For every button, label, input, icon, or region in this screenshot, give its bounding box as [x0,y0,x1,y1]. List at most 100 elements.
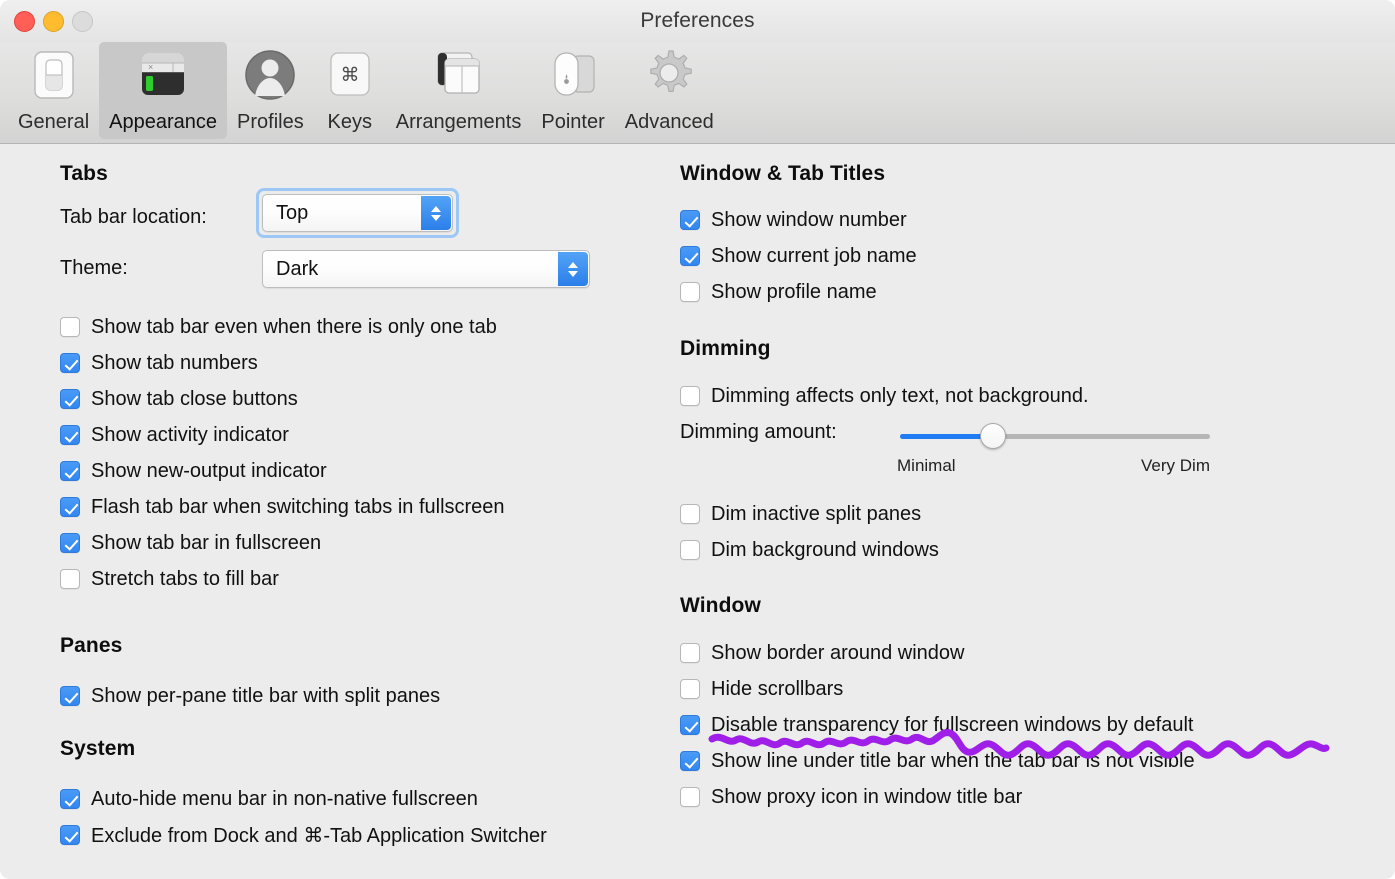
checkbox-row-disable-transparency[interactable]: Disable transparency for fullscreen wind… [680,707,1195,743]
section-heading-dimming: Dimming [680,337,771,360]
toolbar-label-pointer: Pointer [541,111,605,133]
section-heading-system: System [60,737,136,760]
theme-stepper-arrows[interactable] [558,252,588,286]
checkbox-indicator[interactable] [60,353,80,373]
checkbox-label: Show tab close buttons [91,387,298,410]
tab-bar-location-popup[interactable]: Top [262,194,453,232]
checkbox-indicator[interactable] [60,461,80,481]
dimming-checkbox-group-top: Dimming affects only text, not backgroun… [680,378,1089,414]
checkbox-row[interactable]: Dimming affects only text, not backgroun… [680,378,1089,414]
checkbox-row[interactable]: Dim background windows [680,532,939,568]
checkbox-indicator[interactable] [680,282,700,302]
checkbox-indicator[interactable] [680,540,700,560]
checkbox-row[interactable]: Stretch tabs to fill bar [60,561,505,597]
checkbox-row[interactable]: Show border around window [680,635,1195,671]
checkbox-indicator[interactable] [680,679,700,699]
slider-thumb[interactable] [980,423,1006,449]
chevron-up-icon [431,205,441,212]
checkbox-indicator[interactable] [60,569,80,589]
toolbar-item-general[interactable]: General [8,42,99,139]
checkbox-row[interactable]: Show new-output indicator [60,453,505,489]
checkbox-label: Show line under title bar when the tab b… [711,749,1195,772]
checkbox-label: Flash tab bar when switching tabs in ful… [91,495,505,518]
checkbox-indicator[interactable] [680,210,700,230]
preferences-toolbar: General × Appearance Profiles ⌘ Keys Arr… [0,42,1395,144]
checkbox-indicator[interactable] [680,715,700,735]
checkbox-label: Show tab bar in fullscreen [91,531,322,554]
checkbox-label: Stretch tabs to fill bar [91,567,279,590]
checkbox-label: Show per-pane title bar with split panes [91,684,441,707]
checkbox-row[interactable]: Show current job name [680,238,917,274]
checkbox-row[interactable]: Show activity indicator [60,417,505,453]
toggle-switch-icon [29,47,79,103]
checkbox-indicator[interactable] [60,425,80,445]
toolbar-item-arrangements[interactable]: Arrangements [386,42,532,139]
checkbox-indicator[interactable] [60,497,80,517]
checkbox-label: Show proxy icon in window title bar [711,785,1023,808]
tab-bar-location-value: Top [276,201,309,224]
toolbar-item-appearance[interactable]: × Appearance [99,42,228,139]
toolbar-item-pointer[interactable]: Pointer [531,42,614,139]
checkbox-row[interactable]: Show tab bar in fullscreen [60,525,505,561]
checkbox-label: Auto-hide menu bar in non-native fullscr… [91,787,478,810]
checkbox-indicator[interactable] [680,643,700,663]
theme-popup[interactable]: Dark [262,250,590,288]
checkbox-row[interactable]: Show window number [680,202,917,238]
checkbox-indicator[interactable] [60,789,80,809]
toolbar-item-profiles[interactable]: Profiles [227,42,314,139]
checkbox-label: Exclude from Dock and ⌘-Tab Application … [91,824,547,847]
checkbox-indicator[interactable] [680,504,700,524]
toolbar-label-appearance: Appearance [109,111,218,133]
mouse-trackpad-icon [545,47,601,103]
toolbar-label-general: General [18,111,90,133]
checkbox-row[interactable]: Show profile name [680,274,917,310]
slider-max-label: Very Dim [1141,456,1210,475]
section-heading-panes: Panes [60,634,123,657]
checkbox-indicator[interactable] [60,389,80,409]
tabs-checkbox-group: Show tab bar even when there is only one… [60,309,505,597]
checkbox-row[interactable]: Hide scrollbars [680,671,1195,707]
checkbox-label: Disable transparency for fullscreen wind… [711,713,1194,736]
checkbox-indicator[interactable] [60,533,80,553]
command-key-icon: ⌘ [324,47,376,103]
checkbox-indicator[interactable] [60,686,80,706]
checkbox-indicator[interactable] [680,787,700,807]
checkbox-row[interactable]: Dim inactive split panes [680,496,939,532]
toolbar-label-profiles: Profiles [237,111,304,133]
toolbar-label-arrangements: Arrangements [395,111,522,133]
toolbar-item-advanced[interactable]: Advanced [615,42,724,139]
dimming-checkbox-group-bottom: Dim inactive split panes Dim background … [680,496,939,568]
section-heading-window-tab-titles: Window & Tab Titles [680,162,886,185]
window-title: Preferences [640,9,755,32]
checkbox-row[interactable]: Show proxy icon in window title bar [680,779,1195,815]
theme-label: Theme: [60,257,128,279]
checkbox-indicator[interactable] [680,386,700,406]
checkbox-row[interactable]: Show tab numbers [60,345,505,381]
checkbox-row[interactable]: Auto-hide menu bar in non-native fullscr… [60,781,547,817]
section-heading-tabs: Tabs [60,162,108,185]
checkbox-label: Show profile name [711,280,877,303]
checkbox-indicator[interactable] [60,317,80,337]
preferences-content: Tabs Tab bar location: Top Theme: Dark S… [0,144,1395,878]
checkbox-row[interactable]: Show line under title bar when the tab b… [680,743,1195,779]
window-checkbox-group: Show border around window Hide scrollbar… [680,635,1195,815]
checkbox-row[interactable]: Show tab close buttons [60,381,505,417]
checkbox-label: Show window number [711,208,907,231]
window-tab-titles-checkbox-group: Show window number Show current job name… [680,202,917,310]
checkbox-row[interactable]: Show per-pane title bar with split panes [60,678,440,714]
checkbox-indicator[interactable] [680,246,700,266]
tab-bar-location-stepper-arrows[interactable] [421,196,451,230]
checkbox-row[interactable]: Flash tab bar when switching tabs in ful… [60,489,505,525]
checkbox-indicator[interactable] [680,751,700,771]
window-titlebar: Preferences [0,0,1395,42]
toolbar-item-keys[interactable]: ⌘ Keys [314,42,386,139]
dimming-amount-slider[interactable]: Minimal Very Dim [897,423,1210,475]
checkbox-label: Hide scrollbars [711,677,844,700]
tab-bar-location-label: Tab bar location: [60,206,207,228]
checkbox-row[interactable]: Exclude from Dock and ⌘-Tab Application … [60,817,547,853]
theme-value: Dark [276,257,319,280]
system-checkbox-group: Auto-hide menu bar in non-native fullscr… [60,781,547,853]
checkbox-row[interactable]: Show tab bar even when there is only one… [60,309,505,345]
checkbox-indicator[interactable] [60,825,80,845]
checkbox-label: Show activity indicator [91,423,289,446]
